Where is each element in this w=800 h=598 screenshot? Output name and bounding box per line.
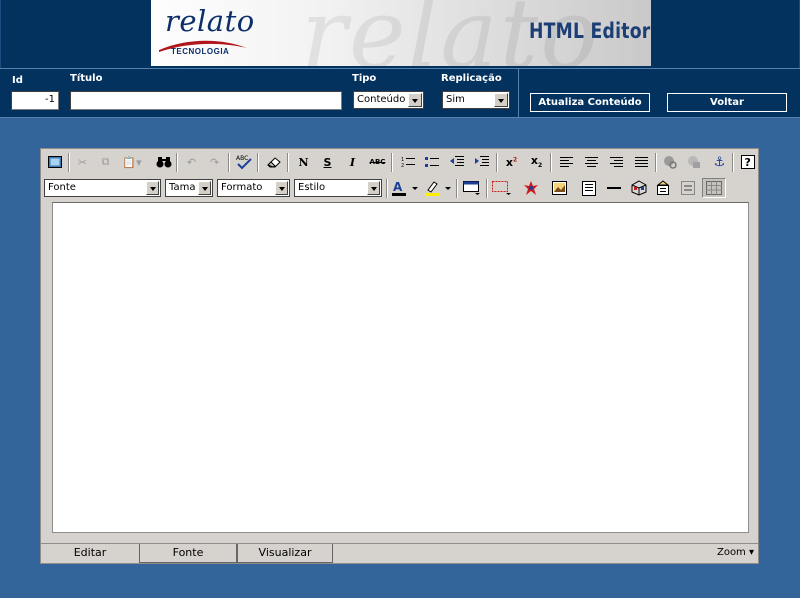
horizontal-rule-icon[interactable] — [603, 178, 624, 198]
product-title: HTML Editor — [529, 19, 651, 43]
svg-text:2: 2 — [401, 163, 404, 168]
replicacao-select[interactable]: Sim — [442, 91, 510, 109]
anchor-icon[interactable]: ⚓ — [709, 152, 730, 172]
eraser-icon[interactable] — [263, 152, 284, 172]
chevron-down-icon[interactable] — [367, 181, 380, 195]
chevron-down-icon[interactable] — [146, 181, 159, 195]
toolbar-separator — [257, 153, 259, 172]
editor-mode-tabs: Editar Fonte Visualizar Zoom ▾ — [41, 543, 758, 563]
toolbar-separator — [176, 153, 178, 172]
tipo-select-value: Conteúdo — [357, 94, 406, 105]
chevron-down-icon[interactable] — [275, 181, 288, 195]
toolbar-separator — [496, 153, 498, 172]
highlight-color-icon[interactable] — [423, 178, 453, 198]
ordered-list-icon[interactable]: 12 — [397, 152, 418, 172]
hyperlink-icon[interactable] — [660, 152, 681, 172]
id-field[interactable]: -1 — [11, 91, 59, 110]
div-container-icon[interactable] — [491, 178, 513, 198]
toolbar-separator — [287, 153, 289, 172]
superscript-icon[interactable]: x2 — [501, 152, 522, 172]
document-template-icon[interactable] — [578, 178, 599, 198]
italic-icon[interactable]: I — [342, 152, 363, 172]
content-form-bar: Id -1 Título Tipo Conteúdo Replicação Si… — [0, 68, 800, 118]
chevron-down-icon[interactable] — [408, 93, 422, 107]
chevron-down-icon[interactable] — [198, 181, 211, 195]
size-select[interactable]: Tama — [165, 179, 213, 197]
html-editor: ✂ ⧉ 📋▾ ↶ ↷ ABC N S I ABC 12 x2 x2 ⚓ ? Fo… — [40, 148, 759, 564]
zoom-dropdown[interactable]: Zoom ▾ — [717, 547, 754, 558]
bold-icon[interactable]: N — [293, 152, 314, 172]
chevron-down-icon[interactable] — [494, 93, 508, 107]
align-left-icon[interactable] — [556, 152, 577, 172]
tab-editar[interactable]: Editar — [41, 544, 139, 563]
special-character-icon[interactable] — [628, 178, 649, 198]
tipo-label: Tipo — [352, 73, 377, 84]
svg-text:ABC: ABC — [236, 155, 248, 162]
indent-icon[interactable] — [471, 152, 492, 172]
logo-subtitle: TECNOLOGIA — [171, 47, 230, 56]
find-binoculars-icon[interactable] — [153, 152, 174, 172]
voltar-button[interactable]: Voltar — [667, 93, 787, 112]
form-field-icon[interactable] — [677, 178, 698, 198]
underline-icon[interactable]: S — [317, 152, 338, 172]
toolbar-separator — [550, 153, 552, 172]
svg-text:?: ? — [744, 156, 750, 169]
paste-icon[interactable]: 📋▾ — [118, 152, 146, 172]
flash-media-icon[interactable] — [520, 178, 541, 198]
toolbar-separator — [386, 179, 388, 198]
font-select[interactable]: Fonte — [44, 179, 161, 197]
style-select[interactable]: Estilo — [294, 179, 382, 197]
titulo-label: Título — [70, 73, 103, 84]
toolbar-separator — [655, 153, 657, 172]
unlink-icon[interactable] — [684, 152, 705, 172]
image-insert-icon[interactable] — [549, 178, 570, 198]
align-center-icon[interactable] — [581, 152, 602, 172]
format-select[interactable]: Formato — [217, 179, 290, 197]
titulo-field[interactable] — [70, 91, 342, 110]
toolbar-separator — [68, 153, 70, 172]
strikethrough-icon[interactable]: ABC — [367, 152, 388, 172]
bullet-list-icon[interactable] — [421, 152, 442, 172]
toolbar-separator — [456, 179, 458, 198]
size-select-value: Tama — [169, 182, 196, 193]
form-divider — [518, 69, 519, 117]
undo-icon[interactable]: ↶ — [181, 152, 202, 172]
toolbar-separator — [486, 179, 488, 198]
show-borders-icon[interactable] — [702, 178, 726, 198]
editor-content-area[interactable] — [52, 202, 749, 533]
help-icon[interactable]: ? — [737, 152, 758, 172]
tab-fonte[interactable]: Fonte — [139, 544, 237, 563]
spellcheck-icon[interactable]: ABC — [233, 152, 254, 172]
subscript-icon[interactable]: x2 — [526, 152, 547, 172]
replicacao-label: Replicação — [441, 73, 502, 84]
replicacao-select-value: Sim — [446, 94, 465, 105]
format-select-value: Formato — [221, 182, 263, 193]
font-select-value: Fonte — [48, 182, 76, 193]
atualiza-conteudo-button[interactable]: Atualiza Conteúdo — [530, 93, 650, 112]
align-right-icon[interactable] — [606, 152, 627, 172]
font-color-icon[interactable]: A — [390, 178, 420, 198]
page-properties-icon[interactable] — [652, 178, 673, 198]
copy-icon[interactable]: ⧉ — [95, 152, 116, 172]
svg-text:A: A — [393, 180, 403, 194]
editor-toolbar-main: ✂ ⧉ 📋▾ ↶ ↷ ABC N S I ABC 12 x2 x2 ⚓ ? — [41, 150, 758, 175]
outdent-icon[interactable] — [446, 152, 467, 172]
cut-icon[interactable]: ✂ — [72, 152, 93, 172]
style-select-value: Estilo — [298, 182, 326, 193]
fullscreen-icon[interactable] — [44, 152, 65, 172]
toolbar-separator — [732, 153, 734, 172]
logo-word: relato — [165, 4, 255, 38]
id-label: Id — [12, 75, 23, 86]
toolbar-separator — [228, 153, 230, 172]
table-insert-icon[interactable] — [461, 178, 483, 198]
relato-logo: relato TECNOLOGIA — [157, 4, 267, 64]
align-justify-icon[interactable] — [631, 152, 652, 172]
app-header: relato relato TECNOLOGIA HTML Editor — [0, 0, 800, 68]
editor-toolbar-format: Fonte Tama Formato Estilo A — [41, 176, 758, 201]
toolbar-separator — [391, 153, 393, 172]
redo-icon[interactable]: ↷ — [204, 152, 225, 172]
brand-banner: relato relato TECNOLOGIA HTML Editor — [151, 0, 651, 66]
tipo-select[interactable]: Conteúdo — [353, 91, 424, 109]
tab-visualizar[interactable]: Visualizar — [237, 544, 333, 563]
